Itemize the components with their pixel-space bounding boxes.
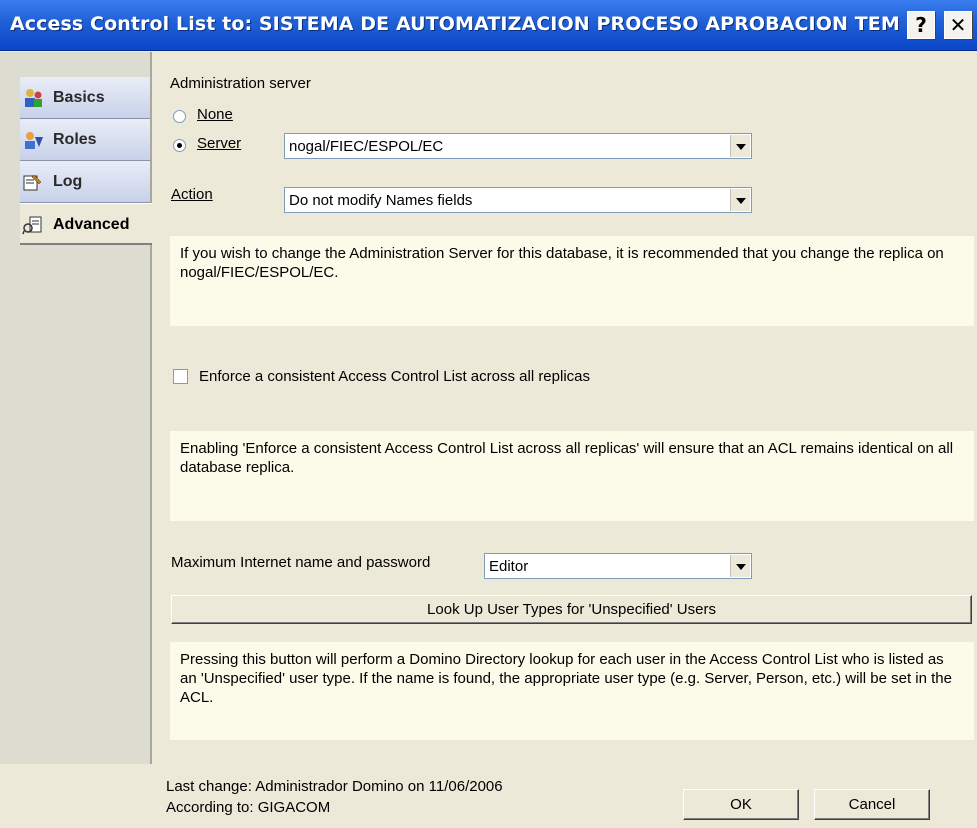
admin-server-info: If you wish to change the Administration… (170, 236, 974, 326)
radio-server-label[interactable]: Server (197, 135, 241, 152)
chevron-down-icon[interactable] (730, 555, 750, 577)
ok-button[interactable]: OK (683, 789, 799, 820)
server-select[interactable]: nogal/FIEC/ESPOL/EC (284, 133, 752, 159)
sidebar: Basics Roles Log Advanced (0, 52, 152, 764)
action-label: Action (171, 186, 213, 203)
lookup-user-types-button[interactable]: Look Up User Types for 'Unspecified' Use… (171, 595, 972, 624)
cancel-button[interactable]: Cancel (814, 789, 930, 820)
enforce-acl-label[interactable]: Enforce a consistent Access Control List… (199, 368, 590, 385)
chevron-down-icon[interactable] (730, 189, 750, 211)
tab-basics-label: Basics (53, 89, 105, 106)
tab-log-label: Log (53, 173, 83, 190)
server-select-value: nogal/FIEC/ESPOL/EC (289, 138, 444, 155)
close-button[interactable]: ✕ (944, 11, 972, 39)
according-to-text: According to: GIGACOM (166, 799, 331, 816)
window-title: Access Control List to: SISTEMA DE AUTOM… (10, 13, 900, 35)
roles-icon (25, 132, 43, 149)
advanced-icon (22, 216, 42, 235)
tab-log[interactable]: Log (20, 161, 150, 203)
tab-advanced-label: Advanced (53, 216, 130, 233)
max-internet-label: Maximum Internet name and password (171, 554, 431, 571)
lookup-info: Pressing this button will perform a Domi… (170, 642, 974, 740)
tab-roles-label: Roles (53, 131, 97, 148)
radio-server[interactable] (173, 139, 186, 152)
title-bar: Access Control List to: SISTEMA DE AUTOM… (0, 0, 977, 51)
log-icon (23, 174, 42, 191)
people-icon (25, 89, 42, 107)
radio-none[interactable] (173, 110, 186, 123)
tab-advanced[interactable]: Advanced (20, 203, 152, 245)
enforce-acl-checkbox[interactable] (173, 369, 188, 384)
action-select[interactable]: Do not modify Names fields (284, 187, 752, 213)
max-internet-value: Editor (489, 558, 529, 575)
action-select-value: Do not modify Names fields (289, 192, 473, 209)
tab-basics[interactable]: Basics (20, 77, 150, 119)
tab-roles[interactable]: Roles (20, 119, 150, 161)
help-button[interactable]: ? (907, 11, 935, 39)
last-change-text: Last change: Administrador Domino on 11/… (166, 778, 503, 795)
enforce-acl-info: Enabling 'Enforce a consistent Access Co… (170, 431, 974, 521)
admin-server-heading: Administration server (170, 75, 311, 92)
radio-none-label[interactable]: None (197, 106, 233, 123)
chevron-down-icon[interactable] (730, 135, 750, 157)
max-internet-select[interactable]: Editor (484, 553, 752, 579)
